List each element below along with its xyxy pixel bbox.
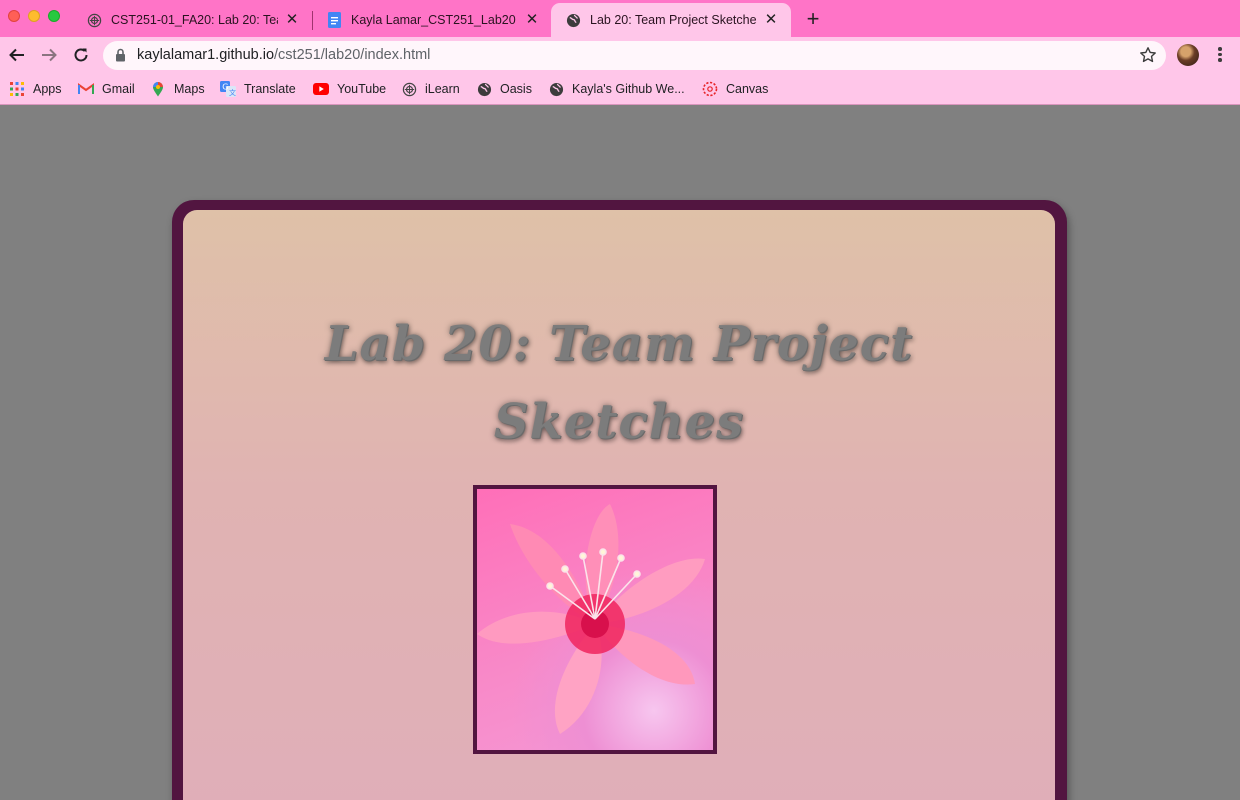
tab-strip: CST251-01_FA20: Lab 20: Team ✕ Kayla Lam… — [0, 0, 1240, 37]
content-card-border: Lab 20: Team Project Sketches — [172, 200, 1067, 800]
bookmark-label: Maps — [174, 82, 205, 96]
forward-arrow-icon — [42, 48, 57, 62]
reload-button[interactable] — [70, 44, 92, 66]
bookmark-label: Canvas — [726, 82, 769, 96]
tab-title: Kayla Lamar_CST251_Lab20 - Google Docs — [351, 13, 518, 27]
forward-button[interactable] — [38, 44, 60, 66]
back-button[interactable] — [6, 44, 28, 66]
bookmark-github-website[interactable]: Kayla's Github We... — [548, 80, 685, 98]
url-domain: kaylalamar1.github.io — [137, 47, 275, 63]
bookmark-maps[interactable]: Maps — [150, 80, 205, 98]
close-window-button[interactable] — [8, 10, 20, 22]
close-tab-icon[interactable]: ✕ — [284, 12, 300, 28]
globe-icon — [565, 12, 581, 28]
bookmark-canvas[interactable]: Canvas — [702, 80, 768, 98]
google-docs-icon — [326, 12, 342, 28]
ilearn-icon — [86, 12, 102, 28]
lock-icon[interactable] — [115, 48, 126, 67]
svg-text:G: G — [222, 83, 228, 92]
url-path: /cst251/lab20/index.html — [274, 47, 431, 63]
maximize-window-button[interactable] — [48, 10, 60, 22]
globe-icon — [476, 81, 492, 97]
bookmark-label: Gmail — [102, 82, 135, 96]
bookmark-label: Kayla's Github We... — [572, 82, 685, 96]
bookmark-gmail[interactable]: Gmail — [78, 80, 135, 98]
page-heading: Lab 20: Team Project Sketches — [324, 316, 914, 450]
profile-avatar[interactable] — [1177, 44, 1199, 66]
browser-toolbar: kaylalamar1.github.io/cst251/lab20/index… — [0, 37, 1240, 74]
svg-text:文: 文 — [229, 88, 236, 97]
gmail-icon — [78, 81, 94, 97]
bookmark-label: Oasis — [500, 82, 532, 96]
tab-title: CST251-01_FA20: Lab 20: Team — [111, 13, 278, 27]
close-tab-icon[interactable]: ✕ — [763, 12, 779, 28]
bookmark-youtube[interactable]: YouTube — [313, 80, 386, 98]
address-bar[interactable]: kaylalamar1.github.io/cst251/lab20/index… — [103, 41, 1166, 70]
bookmark-label: Apps — [33, 82, 62, 96]
bookmark-translate[interactable]: G文 Translate — [220, 80, 296, 98]
apps-grid-icon — [9, 81, 25, 97]
bookmark-ilearn[interactable]: iLearn — [401, 80, 460, 98]
bookmarks-bar: Apps Gmail Maps G文 Translate YouTube iLe… — [0, 74, 1240, 105]
new-tab-button[interactable]: + — [801, 8, 825, 32]
bookmark-apps[interactable]: Apps — [9, 80, 62, 98]
minimize-window-button[interactable] — [28, 10, 40, 22]
close-tab-icon[interactable]: ✕ — [524, 12, 540, 28]
url-text: kaylalamar1.github.io/cst251/lab20/index… — [137, 47, 430, 63]
youtube-icon — [313, 81, 329, 97]
bookmark-oasis[interactable]: Oasis — [476, 80, 532, 98]
ilearn-icon — [401, 81, 417, 97]
bookmark-label: iLearn — [425, 82, 460, 96]
tab-lab20-sketches[interactable]: Lab 20: Team Project Sketches ✕ — [551, 3, 791, 37]
bookmark-label: Translate — [244, 82, 296, 96]
translate-icon: G文 — [220, 81, 236, 97]
web-page: Lab 20: Team Project Sketches — [0, 105, 1240, 800]
back-arrow-icon — [9, 48, 24, 62]
maps-pin-icon — [150, 81, 166, 97]
tab-title: Lab 20: Team Project Sketches — [590, 13, 757, 27]
tab-ilearn-lab20[interactable]: CST251-01_FA20: Lab 20: Team ✕ — [72, 3, 312, 37]
flower-image — [477, 489, 713, 750]
reload-icon — [74, 48, 88, 62]
content-card: Lab 20: Team Project Sketches — [183, 210, 1055, 800]
bookmark-star-icon[interactable] — [1139, 46, 1157, 69]
globe-icon — [548, 81, 564, 97]
canvas-icon — [702, 81, 718, 97]
flower-image-frame — [473, 485, 717, 754]
bookmark-label: YouTube — [337, 82, 387, 96]
tab-google-doc[interactable]: Kayla Lamar_CST251_Lab20 - Google Docs ✕ — [312, 3, 552, 37]
more-menu-icon[interactable] — [1212, 45, 1228, 65]
